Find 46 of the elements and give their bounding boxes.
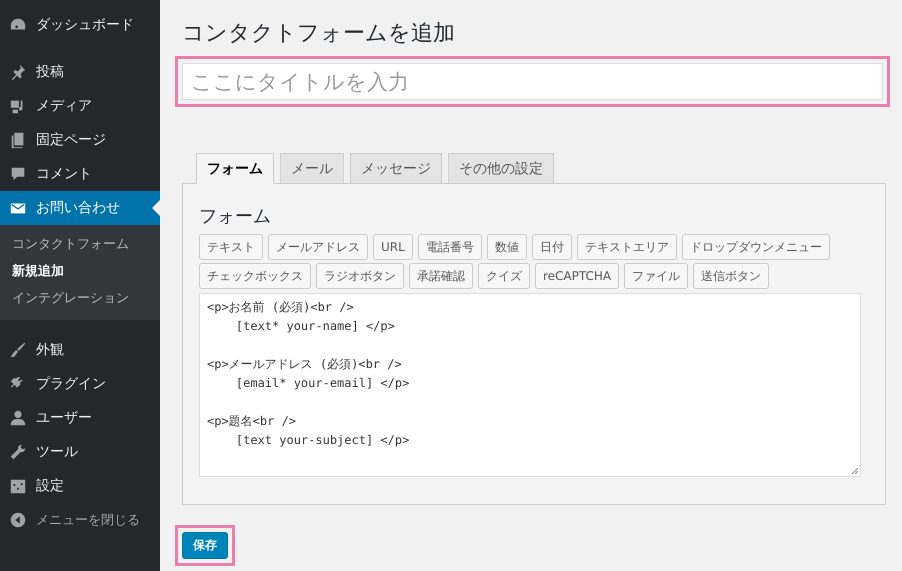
tag-button[interactable]: 日付 bbox=[532, 234, 572, 260]
panel-heading: フォーム bbox=[199, 205, 272, 228]
tag-button[interactable]: 送信ボタン bbox=[693, 263, 770, 289]
menu-item[interactable]: ツール bbox=[0, 435, 160, 469]
tag-button[interactable]: チェックボックス bbox=[199, 263, 311, 289]
tab[interactable]: その他の設定 bbox=[448, 153, 554, 184]
menu-item[interactable]: 外観 bbox=[0, 333, 160, 367]
tab[interactable]: メッセージ bbox=[350, 153, 442, 184]
menu-item[interactable]: コメント bbox=[0, 157, 160, 191]
submenu-item[interactable]: コンタクトフォーム bbox=[0, 231, 160, 258]
tab[interactable]: メール bbox=[280, 153, 344, 184]
menu-item[interactable]: 設定 bbox=[0, 469, 160, 503]
tag-button[interactable]: 電話番号 bbox=[418, 234, 482, 260]
wrench-icon bbox=[9, 443, 27, 461]
collapse-icon bbox=[9, 511, 27, 529]
speech-bubble-icon bbox=[9, 165, 27, 183]
tag-button[interactable]: ファイル bbox=[624, 263, 688, 289]
brush-icon bbox=[9, 341, 27, 359]
menu-item[interactable]: ユーザー bbox=[0, 401, 160, 435]
tab[interactable]: フォーム bbox=[196, 153, 274, 184]
resize-handle-icon[interactable] bbox=[851, 467, 859, 475]
menu-item[interactable]: お問い合わせ bbox=[0, 191, 160, 225]
save-button[interactable]: 保存 bbox=[182, 532, 228, 559]
tag-button[interactable]: 数値 bbox=[486, 234, 527, 260]
pin-icon bbox=[9, 63, 27, 81]
tag-button[interactable]: テキスト bbox=[199, 234, 263, 260]
code-editor[interactable]: <p>お名前 (必須)<br /> [text* your-name] </p> <p>メールアドレス (必須)<br /> [email* your-email] </p> <p>題名<br /> [text your-subject] </p> bbox=[199, 293, 861, 477]
menu-item[interactable]: プラグイン bbox=[0, 367, 160, 401]
title-field[interactable]: ここにタイトルを入力 bbox=[182, 63, 883, 100]
menu-item[interactable]: 投稿 bbox=[0, 55, 160, 89]
page-title: コンタクトフォームを追加 bbox=[182, 20, 455, 48]
tag-button[interactable]: URL bbox=[373, 234, 413, 260]
tag-button[interactable]: ドロップダウンメニュー bbox=[682, 234, 830, 260]
submenu-item[interactable]: インテグレーション bbox=[0, 285, 160, 312]
tag-button[interactable]: テキストエリア bbox=[576, 234, 677, 260]
menu-item[interactable]: メディア bbox=[0, 89, 160, 123]
submenu-item[interactable]: 新規追加 bbox=[0, 258, 160, 285]
tag-button[interactable]: ラジオボタン bbox=[316, 263, 404, 289]
menu-item[interactable]: 固定ページ bbox=[0, 123, 160, 157]
tag-button[interactable]: メールアドレス bbox=[268, 234, 368, 260]
tag-button[interactable]: 承諾確認 bbox=[409, 263, 473, 289]
collapse-menu-button[interactable]: メニューを閉じる bbox=[0, 503, 160, 537]
tag-button[interactable]: reCAPTCHA bbox=[535, 263, 620, 289]
user-icon bbox=[9, 409, 27, 427]
tag-button[interactable]: クイズ bbox=[478, 263, 530, 289]
menu-item[interactable]: ダッシュボード bbox=[0, 8, 160, 42]
